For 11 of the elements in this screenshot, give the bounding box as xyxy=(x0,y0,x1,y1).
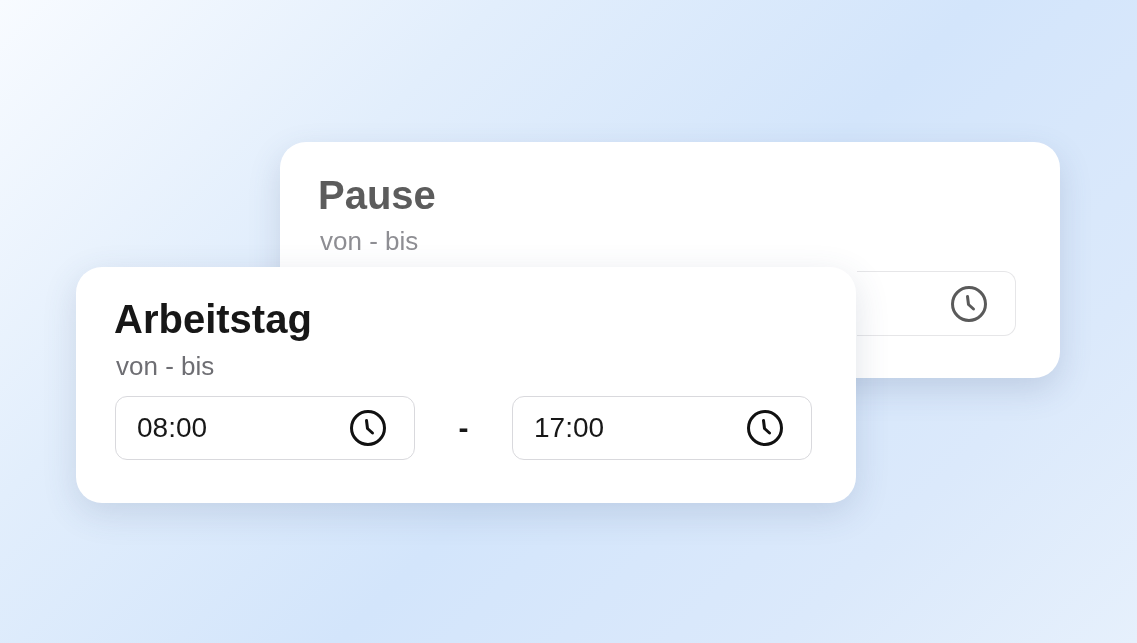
time-field[interactable]: 08:00 xyxy=(115,396,415,460)
clock-icon xyxy=(951,285,987,322)
range-separator: - xyxy=(457,413,470,443)
time-field[interactable]: 17:00 xyxy=(512,396,812,460)
clock-icon xyxy=(350,410,386,446)
card-subtitle: von - bis xyxy=(320,228,419,254)
card-subtitle: von - bis xyxy=(116,353,215,379)
clock-icon xyxy=(747,410,783,446)
time-field[interactable] xyxy=(857,271,1016,336)
card-title: Pause xyxy=(318,175,436,215)
card-title: Arbeitstag xyxy=(114,299,312,339)
